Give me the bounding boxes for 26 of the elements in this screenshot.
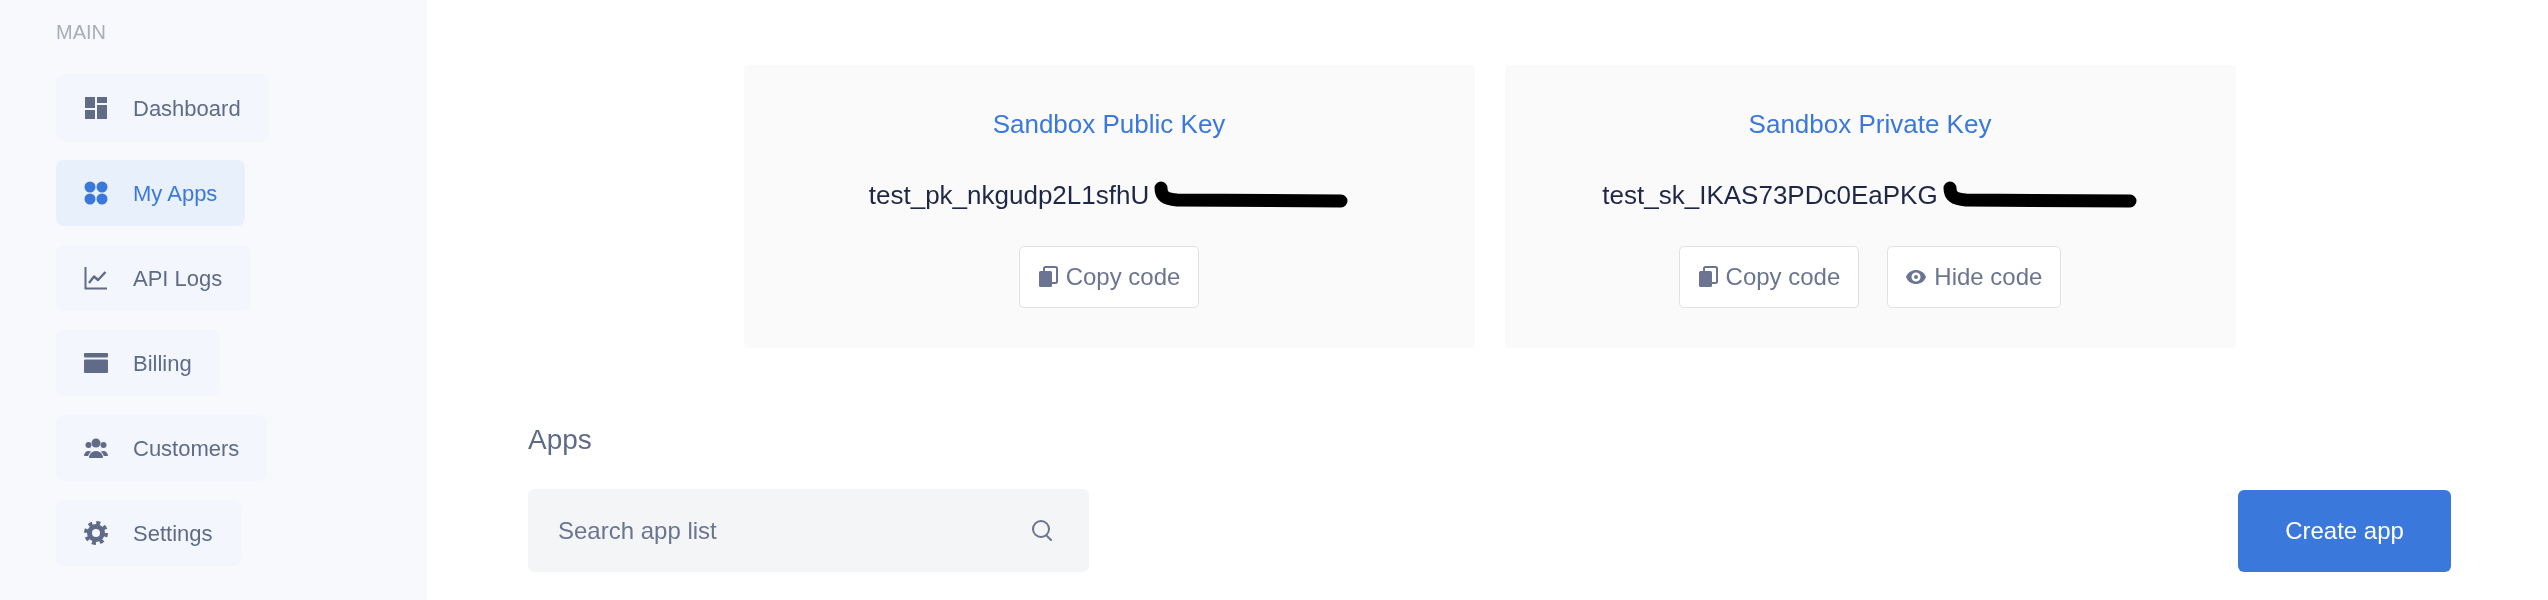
sidebar-item[interactable]: Settings (56, 500, 241, 566)
copy-code-button[interactable]: Copy code (1678, 246, 1860, 308)
section-heading: Apps (528, 424, 592, 456)
settings-icon (84, 521, 108, 545)
key-title: Sandbox Public Key (992, 109, 1226, 140)
copy-icon (1037, 266, 1058, 288)
key-value: test_sk_IKAS73PDc0EaPKG (1602, 180, 1938, 211)
copy-icon (1697, 266, 1718, 288)
search-icon[interactable] (1031, 519, 1053, 541)
people-icon (84, 436, 108, 460)
four-dots-icon (84, 181, 108, 205)
sidebar-item[interactable]: Billing (56, 330, 220, 396)
key-title: Sandbox Private Key (1748, 109, 1992, 140)
key-value: test_pk_nkgudp2L1sfhU (868, 180, 1150, 211)
line-chart-icon (84, 266, 108, 290)
create-app-button[interactable]: Create app (2238, 490, 2451, 572)
tiles-icon (84, 96, 108, 120)
section-label: MAIN (56, 22, 106, 42)
hide-code-button[interactable]: Hide code (1887, 246, 2062, 308)
copy-code-button[interactable]: Copy code (1018, 246, 1200, 308)
sidebar-item[interactable]: API Logs (56, 245, 251, 311)
sidebar-item[interactable]: Dashboard (56, 75, 269, 141)
search-field[interactable]: Search app list (528, 489, 1089, 572)
card-icon (84, 351, 108, 375)
sidebar-item[interactable]: Customers (56, 415, 268, 481)
sidebar-item[interactable]: My Apps (56, 160, 246, 226)
